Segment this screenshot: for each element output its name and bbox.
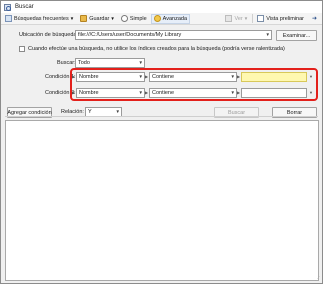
favorites-icon: [5, 15, 12, 22]
display-label: Ver: [234, 15, 243, 22]
magnifier-icon: [120, 15, 128, 22]
relation-value: Y: [88, 109, 92, 115]
chevron-down-icon: ▼: [69, 16, 75, 21]
save-label: Guardar: [89, 15, 110, 22]
title-bar: Buscar: [1, 1, 322, 13]
chevron-down-icon[interactable]: ▼: [116, 109, 120, 114]
preview-icon: [257, 15, 265, 22]
advanced-search-icon: [153, 15, 161, 22]
search-app-icon: [4, 3, 11, 11]
save-button[interactable]: Guardar ▼: [78, 14, 117, 24]
search-target-value: Todo: [78, 60, 90, 66]
preview-label: Vista preliminar: [266, 15, 304, 22]
save-icon: [80, 15, 88, 22]
display-icon: [225, 15, 233, 22]
location-field[interactable]: file:///C:/Users/user/Documents/My Libra…: [75, 30, 272, 40]
browse-label: Examinar...: [282, 32, 311, 39]
no-index-label: Cuando efectúe una búsqueda, no utilice …: [28, 46, 285, 52]
clear-button-label: Borrar: [286, 109, 303, 116]
advanced-label: Avanzada: [162, 15, 188, 22]
window-title: Buscar: [15, 4, 34, 10]
results-list[interactable]: [5, 120, 319, 281]
toolbar: Búsquedas frecuentes ▼ Guardar ▼ Simple …: [1, 13, 322, 25]
simple-label: Simple: [129, 15, 147, 22]
location-value: file:///C:/Users/user/Documents/My Libra…: [78, 32, 182, 38]
advanced-search-button[interactable]: Avanzada: [150, 13, 191, 24]
location-label: Ubicación de búsqueda:: [19, 32, 79, 38]
pin-icon[interactable]: ➜: [312, 15, 317, 22]
display-button[interactable]: Ver ▼: [223, 14, 250, 24]
chevron-down-icon: ▼: [243, 16, 249, 21]
chevron-down-icon[interactable]: ▼: [139, 60, 143, 65]
simple-search-button[interactable]: Simple: [119, 14, 149, 24]
no-index-checkbox[interactable]: [19, 46, 25, 52]
favorites-label: Búsquedas frecuentes: [14, 15, 69, 22]
resize-grip-icon[interactable]: ⋰: [315, 276, 320, 282]
conditions-highlight-frame: [70, 68, 318, 101]
chevron-down-icon: ▼: [110, 16, 115, 21]
add-condition-label: Agregar condición: [7, 109, 52, 116]
search-button-label: Buscar: [227, 109, 246, 116]
favorites-button[interactable]: Búsquedas frecuentes ▼: [3, 14, 76, 24]
toolbar-separator: [252, 14, 254, 23]
preview-button[interactable]: Vista preliminar: [255, 14, 306, 24]
search-target-select[interactable]: Todo ▼: [75, 58, 145, 68]
separator-line: [5, 116, 318, 117]
relation-label: Relación:: [61, 109, 84, 115]
search-window: Buscar Búsquedas frecuentes ▼ Guardar ▼ …: [0, 0, 323, 284]
chevron-down-icon[interactable]: ▼: [266, 32, 270, 37]
browse-button[interactable]: Examinar...: [276, 30, 317, 41]
search-target-label: Buscar:: [57, 60, 76, 66]
